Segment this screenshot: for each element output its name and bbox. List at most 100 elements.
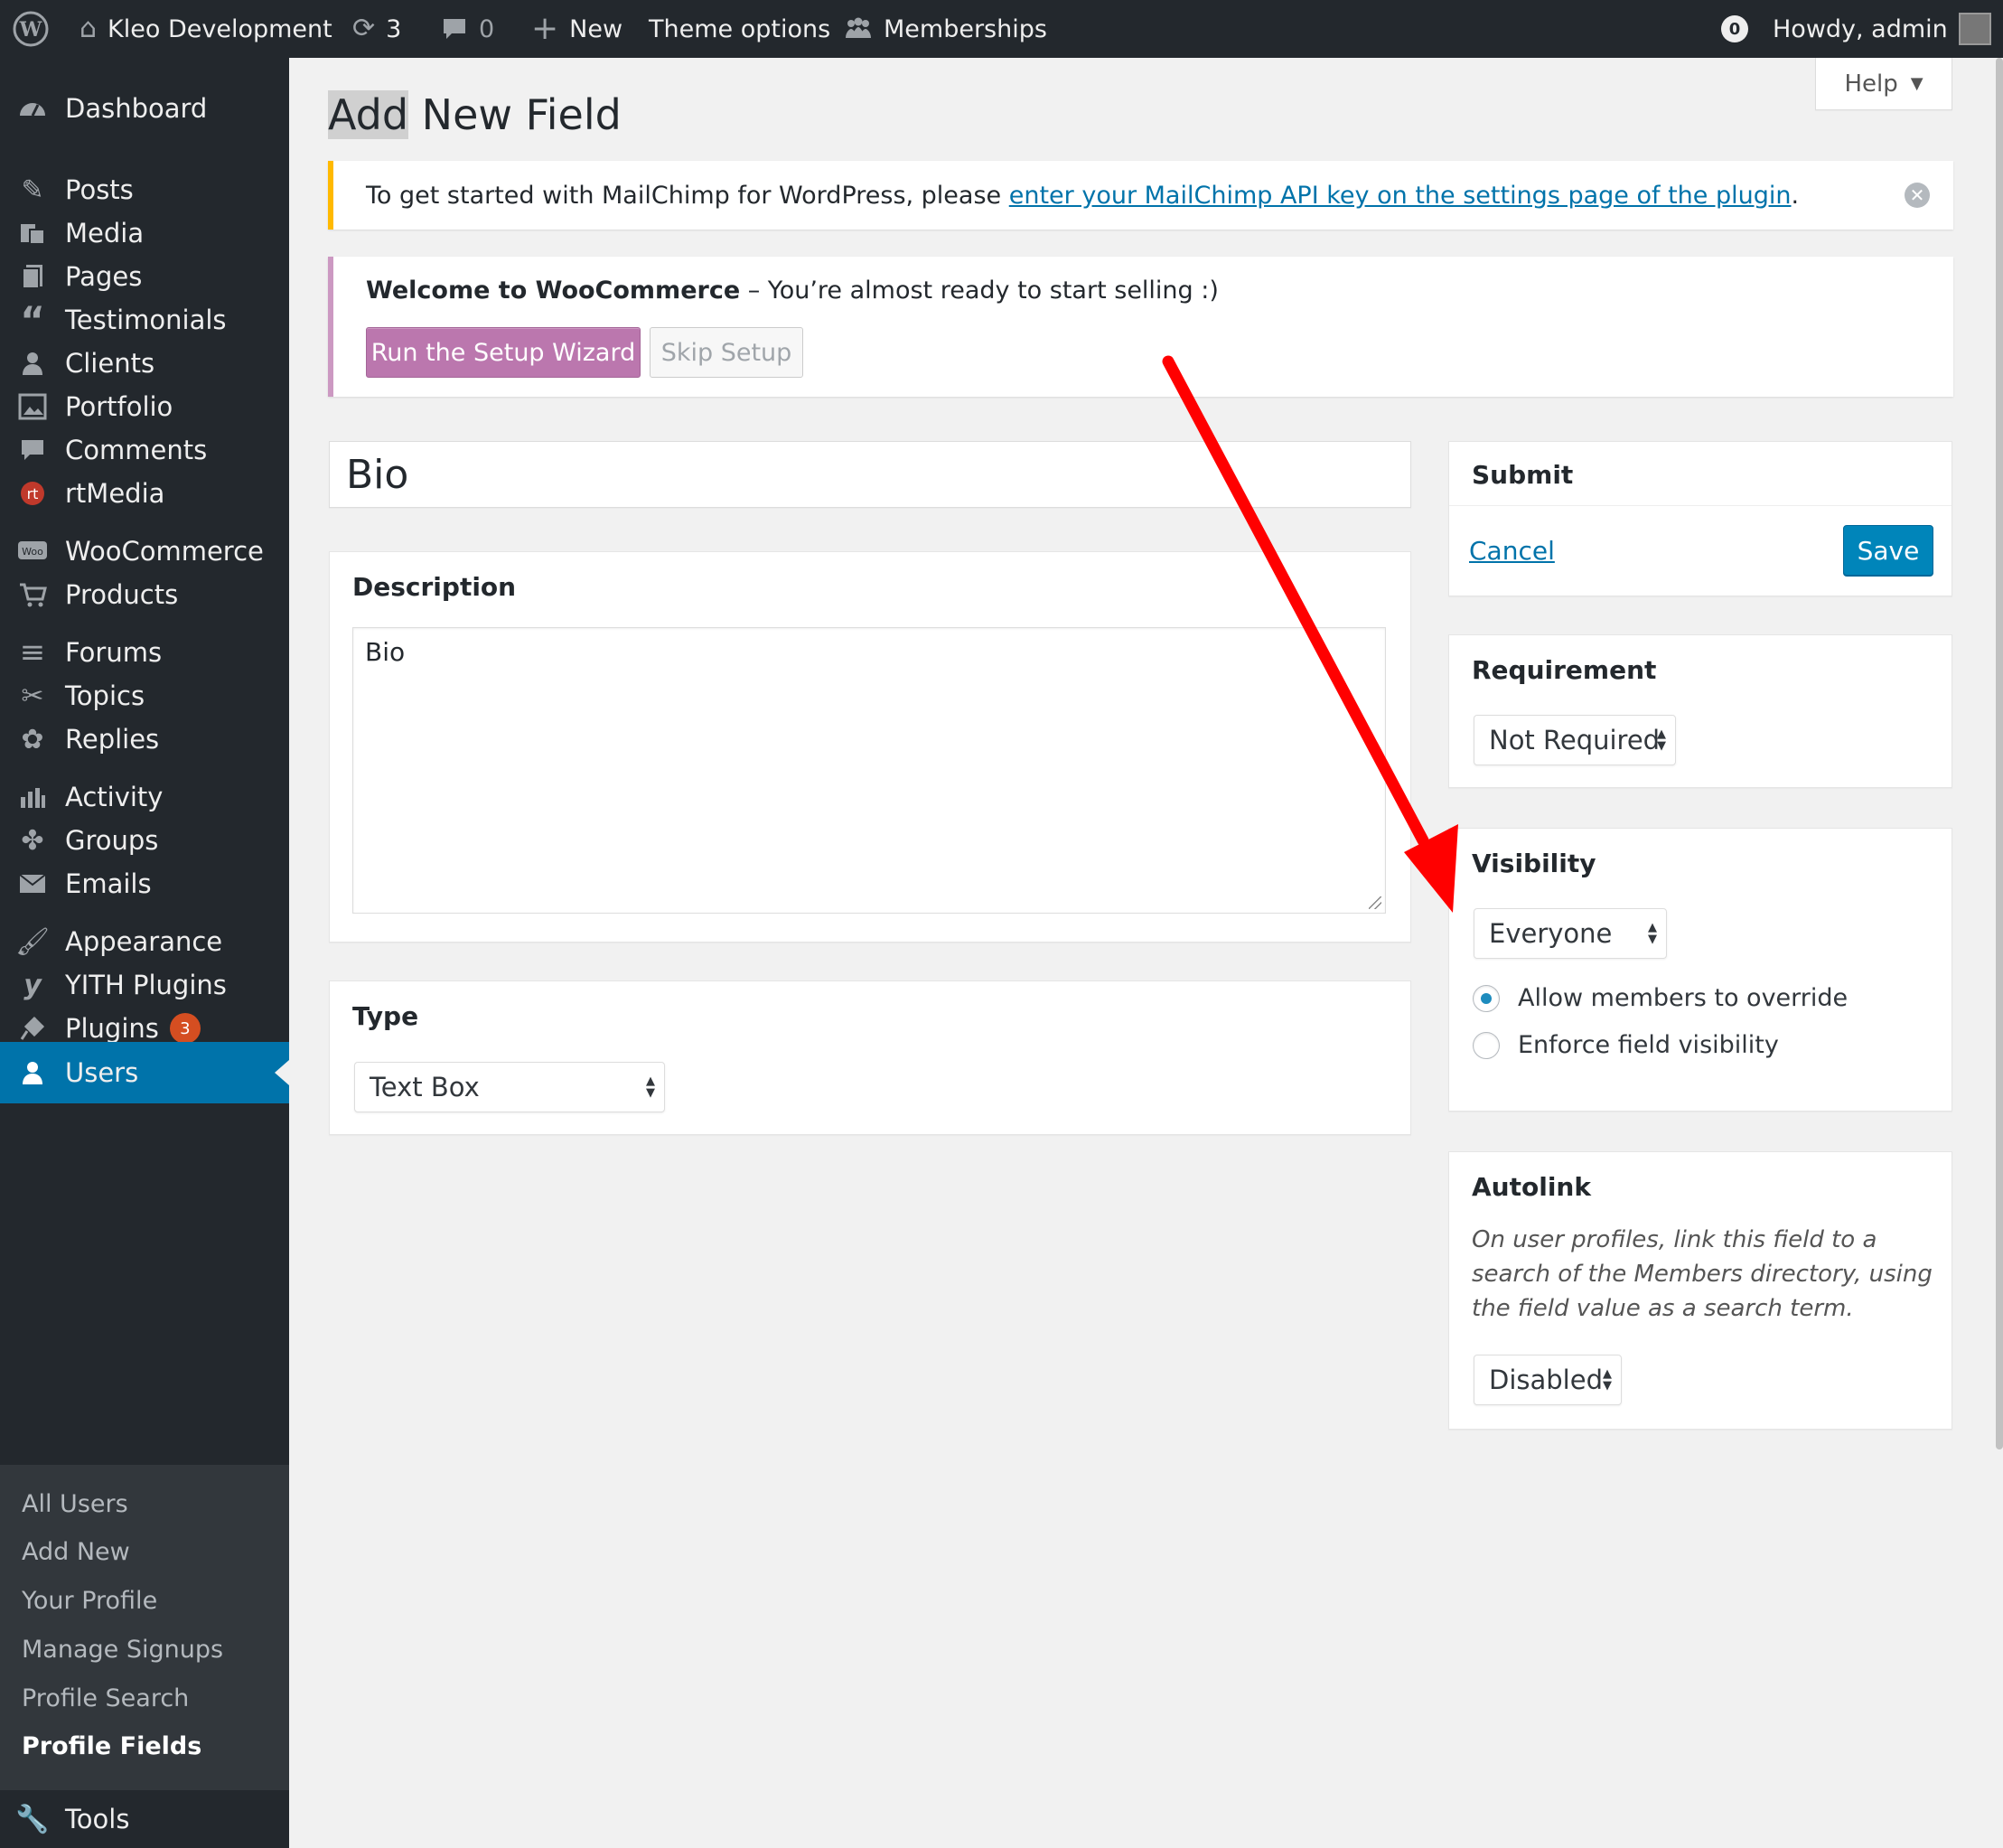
- save-button[interactable]: Save: [1843, 525, 1933, 576]
- run-setup-wizard-button[interactable]: Run the Setup Wizard: [366, 327, 641, 378]
- divider: [1449, 505, 1952, 506]
- woo-notice-text: – You’re almost ready to start selling :…: [740, 277, 1219, 305]
- menu-label: Clients: [65, 348, 155, 379]
- menu-dashboard[interactable]: Dashboard: [0, 82, 289, 135]
- resize-handle-icon[interactable]: [1369, 896, 1381, 909]
- yith-icon: y: [23, 969, 42, 1001]
- menu-label: YITH Plugins: [65, 970, 227, 1000]
- description-box: Description Bio: [329, 551, 1411, 943]
- menu-label: Media: [65, 218, 145, 249]
- radio-enforce-visibility[interactable]: Enforce field visibility: [1473, 1031, 1779, 1059]
- plugins-update-badge: 3: [169, 1013, 201, 1044]
- requirement-heading: Requirement: [1472, 655, 1657, 685]
- field-type-value: Text Box: [370, 1072, 480, 1102]
- autolink-select[interactable]: Disabled ▲ ▼: [1474, 1355, 1622, 1405]
- menu-users[interactable]: Users: [0, 1042, 289, 1103]
- menu-rtmedia[interactable]: rt rtMedia: [0, 467, 289, 520]
- menu-products[interactable]: Products: [0, 568, 289, 621]
- field-type-select[interactable]: Text Box ▲ ▼: [354, 1062, 665, 1112]
- activity-icon: [0, 784, 65, 810]
- updates-count: 3: [386, 14, 402, 43]
- autolink-value: Disabled: [1489, 1365, 1603, 1395]
- pages-icon: [0, 263, 65, 290]
- help-label: Help: [1844, 70, 1898, 98]
- woocommerce-icon: Woo: [0, 539, 65, 563]
- svg-text:W: W: [19, 18, 42, 42]
- plus-icon: +: [531, 10, 559, 47]
- select-arrows-icon: ▲ ▼: [1603, 1367, 1612, 1393]
- notification-link[interactable]: 0: [1721, 0, 1748, 58]
- description-textarea[interactable]: Bio: [352, 627, 1386, 914]
- theme-options-link[interactable]: Theme options: [649, 0, 830, 58]
- avatar: [1958, 13, 1991, 45]
- updates-link[interactable]: ⟳ 3: [352, 0, 401, 58]
- autolink-heading: Autolink: [1472, 1172, 1591, 1202]
- memberships-icon: [844, 16, 873, 42]
- user-icon: [0, 1059, 65, 1086]
- forums-icon: ≡: [19, 634, 46, 671]
- admin-sidebar: Dashboard ✎ Posts Media Pages “ Testimon…: [0, 58, 289, 1848]
- help-tab-button[interactable]: Help ▼: [1815, 58, 1952, 110]
- menu-replies[interactable]: ✿ Replies: [0, 713, 289, 765]
- admin-bar: W ⌂ Kleo Development ⟳ 3 0 + New Theme o…: [0, 0, 2003, 58]
- notification-count: 0: [1721, 15, 1748, 42]
- autolink-box: Autolink On user profiles, link this fie…: [1448, 1151, 1952, 1430]
- visibility-value: Everyone: [1489, 918, 1613, 949]
- paintbrush-icon: 🖌: [14, 925, 51, 958]
- menu-label: Pages: [65, 261, 143, 292]
- memberships-link[interactable]: Memberships: [844, 0, 1047, 58]
- requirement-select[interactable]: Not Required ▲ ▼: [1474, 715, 1676, 765]
- topics-icon: ✂: [21, 680, 44, 712]
- menu-label: Activity: [65, 782, 164, 812]
- comment-icon: [0, 437, 65, 463]
- menu-label: Products: [65, 579, 179, 610]
- menu-label: rtMedia: [65, 478, 165, 509]
- radio-unchecked-icon[interactable]: [1473, 1031, 1500, 1059]
- quote-icon: “: [20, 297, 45, 342]
- select-arrows-icon: ▲ ▼: [1648, 921, 1657, 946]
- account-menu[interactable]: Howdy, admin: [1773, 0, 1991, 58]
- radio-allow-override[interactable]: Allow members to override: [1473, 984, 1848, 1012]
- submenu-profile-fields[interactable]: Profile Fields: [22, 1732, 201, 1760]
- submenu-your-profile[interactable]: Your Profile: [22, 1587, 157, 1615]
- skip-setup-button[interactable]: Skip Setup: [650, 327, 803, 378]
- mailchimp-settings-link[interactable]: enter your MailChimp API key on the sett…: [1009, 182, 1792, 210]
- menu-label: Appearance: [65, 926, 223, 957]
- comments-count: 0: [479, 14, 495, 43]
- menu-tools[interactable]: 🔧 Tools: [0, 1793, 289, 1845]
- menu-label: Dashboard: [65, 93, 208, 124]
- page-title-highlight: Add: [328, 90, 409, 139]
- radio-checked-icon[interactable]: [1473, 984, 1500, 1012]
- menu-emails[interactable]: Emails: [0, 858, 289, 910]
- woocommerce-notice: Welcome to WooCommerce – You’re almost r…: [328, 257, 1953, 397]
- groups-icon: ✤: [21, 824, 44, 857]
- type-box: Type Text Box ▲ ▼: [329, 980, 1411, 1135]
- submit-heading: Submit: [1472, 460, 1574, 490]
- clients-icon: [0, 350, 65, 377]
- new-label: New: [569, 14, 623, 43]
- new-content-link[interactable]: + New: [531, 0, 622, 58]
- description-value: Bio: [365, 637, 406, 667]
- submenu-add-new[interactable]: Add New: [22, 1538, 130, 1566]
- wordpress-logo-icon[interactable]: W: [13, 0, 49, 58]
- submenu-profile-search[interactable]: Profile Search: [22, 1684, 189, 1712]
- select-arrows-icon: ▲ ▼: [646, 1074, 655, 1100]
- menu-label: Plugins: [65, 1013, 159, 1044]
- cancel-link[interactable]: Cancel: [1469, 536, 1555, 566]
- svg-text:rt: rt: [27, 485, 39, 502]
- cart-icon: [0, 581, 65, 608]
- site-name-link[interactable]: ⌂ Kleo Development: [80, 0, 332, 58]
- requirement-value: Not Required: [1489, 725, 1661, 755]
- scrollbar[interactable]: [1996, 58, 2003, 1449]
- comments-link[interactable]: 0: [441, 0, 494, 58]
- requirement-box: Requirement Not Required ▲ ▼: [1448, 634, 1952, 788]
- mailchimp-notice-text: To get started with MailChimp for WordPr…: [366, 181, 1009, 210]
- submenu-manage-signups[interactable]: Manage Signups: [22, 1636, 223, 1664]
- autolink-description: On user profiles, link this field to a s…: [1472, 1226, 1933, 1322]
- submenu-all-users[interactable]: All Users: [22, 1490, 128, 1518]
- dismiss-icon[interactable]: ✕: [1905, 183, 1930, 208]
- field-name-input[interactable]: Bio: [329, 441, 1411, 508]
- comment-icon: [441, 16, 468, 42]
- replies-icon: ✿: [21, 723, 44, 755]
- visibility-select[interactable]: Everyone ▲ ▼: [1474, 908, 1667, 959]
